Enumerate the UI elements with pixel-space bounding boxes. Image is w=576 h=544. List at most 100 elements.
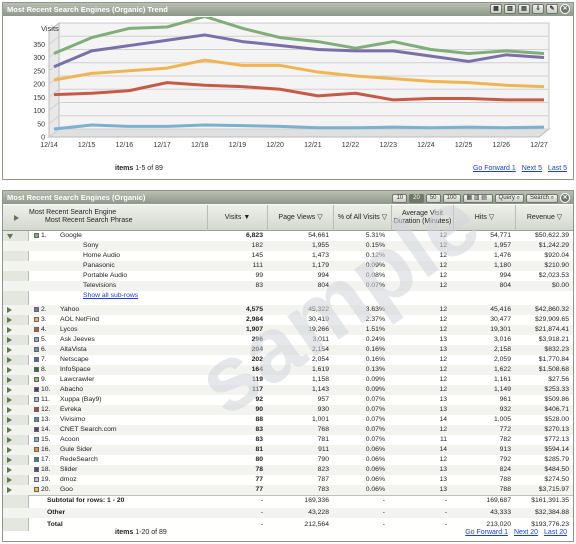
cell-rev: $42,860.32	[534, 306, 569, 313]
table-row: 17. RedeSearch 80 790 0.06% 12 792 $285.79	[3, 455, 573, 465]
table-view-icon[interactable]: ▦	[490, 4, 502, 14]
row-index: 10.	[41, 386, 51, 393]
cell-dur: 13	[439, 486, 447, 493]
cell-dur: 12	[439, 282, 447, 289]
cell-rev: $484.50	[544, 466, 569, 473]
expand-row-icon[interactable]	[7, 437, 12, 443]
cell-rev: $1,242.29	[538, 242, 569, 249]
cell-rev: $0.00	[551, 282, 569, 289]
expand-row-icon[interactable]	[7, 467, 12, 473]
expand-row-icon[interactable]	[7, 457, 12, 463]
expand-row-icon[interactable]	[7, 397, 12, 403]
expand-row-icon[interactable]	[7, 477, 12, 483]
show-all-subrows-link[interactable]: Show all sub-rows	[83, 291, 203, 301]
page-size-10-button[interactable]: 10	[392, 193, 408, 203]
trend-go-forward-link[interactable]: Go Forward 1	[473, 165, 516, 172]
cell-hits: 782	[499, 436, 511, 443]
row-index: 4.	[41, 326, 47, 333]
visits-column-header[interactable]: Visits ▼	[207, 205, 267, 231]
table-close-icon[interactable]: ✕	[560, 193, 570, 203]
cell-hits: 3,016	[493, 336, 511, 343]
revenue-column-header[interactable]: Revenue ▽	[515, 205, 573, 231]
expand-row-icon[interactable]	[7, 367, 12, 373]
table-row: 13. Vivisimo 88 1,001 0.07% 14 1,005 $528.00	[3, 415, 573, 425]
expand-row-icon[interactable]	[7, 337, 12, 343]
expand-row-icon[interactable]	[7, 377, 12, 383]
expand-row-icon[interactable]	[7, 347, 12, 353]
expand-row-icon[interactable]	[7, 357, 12, 363]
print-icon[interactable]: ▤	[518, 4, 530, 14]
table-row: 1. Google 6,823 54,661 5.31% 12 54,771 $50,622.…	[3, 231, 573, 241]
cell-hits: 54,771	[490, 232, 511, 239]
trend-panel-title: Most Recent Search Engines (Organic) Tre…	[7, 5, 168, 14]
total-dur: -	[444, 497, 447, 504]
cell-pct: 2.37%	[365, 316, 385, 323]
export-icon[interactable]: ⇩	[532, 4, 544, 14]
cell-pv: 1,473	[311, 252, 329, 259]
close-icon[interactable]: ✕	[560, 4, 570, 14]
expand-row-icon[interactable]	[7, 327, 12, 333]
table-row: 2. Yahoo 4,575 45,322 3.63% 12 45,416 $42,860.3…	[3, 305, 573, 315]
cell-visits: 6,823	[245, 232, 263, 239]
table-column-headers: Most Recent Search Engine Most Recent Se…	[3, 205, 573, 231]
row-index: 3.	[41, 316, 47, 323]
engine-column-header[interactable]: Most Recent Search Engine Most Recent Se…	[29, 205, 207, 231]
table-row: 20. Goo 77 783 0.06% 13 788 $3,715.97	[3, 485, 573, 495]
expand-row-icon[interactable]	[7, 447, 12, 453]
y-tick-label: 250	[33, 68, 45, 75]
expand-row-icon[interactable]	[7, 487, 12, 493]
table-go-forward-link[interactable]: Go Forward 1	[465, 529, 508, 536]
table-last-link[interactable]: Last 20	[544, 529, 567, 536]
trend-next-link[interactable]: Next 5	[522, 165, 542, 172]
page-views-column-header[interactable]: Page Views ▽	[267, 205, 333, 231]
settings-icon[interactable]: ✎	[546, 4, 558, 14]
cell-visits: 90	[255, 406, 263, 413]
series-color-swatch	[34, 327, 39, 332]
expand-row-icon[interactable]	[7, 387, 12, 393]
cell-dur: 12	[439, 376, 447, 383]
engine-name: Goo	[60, 486, 73, 493]
page-size-50-button[interactable]: 50	[425, 193, 441, 203]
cell-rev: $528.00	[544, 416, 569, 423]
cell-visits: 2,984	[245, 316, 263, 323]
trend-last-link[interactable]: Last 5	[548, 165, 567, 172]
total-visits: -	[260, 497, 263, 504]
cell-pct: 0.07%	[365, 436, 385, 443]
cell-hits: 2,158	[493, 346, 511, 353]
cell-visits: 83	[255, 426, 263, 433]
collapse-row-icon[interactable]	[7, 234, 13, 239]
x-tick-label: 12/20	[266, 142, 284, 149]
total-rev: $161,391.35	[531, 497, 569, 504]
expand-row-icon[interactable]	[7, 317, 12, 323]
expand-row-icon[interactable]	[7, 407, 12, 413]
y-tick-label: 300	[33, 55, 45, 62]
cell-visits: 77	[255, 486, 263, 493]
query-button[interactable]: Query ⌕	[494, 193, 524, 203]
engine-name: AltaVista	[60, 346, 87, 353]
cell-hits: 1,161	[493, 376, 511, 383]
search-phrase: Sony	[83, 242, 99, 249]
table-next-link[interactable]: Next 20	[514, 529, 538, 536]
pct-visits-column-header[interactable]: % of All Visits ▽	[333, 205, 391, 231]
cell-pv: 1,158	[311, 376, 329, 383]
cell-pv: 1,619	[311, 366, 329, 373]
cell-rev: $3,918.21	[538, 336, 569, 343]
chart-view-icon[interactable]: ▥	[504, 4, 516, 14]
expand-row-icon[interactable]	[7, 307, 12, 313]
search-button[interactable]: Search ⌕	[525, 193, 558, 203]
expand-row-icon[interactable]	[7, 417, 12, 423]
totals-row: Other - 43,228 - - 43,333 $32,384.88	[3, 508, 573, 518]
expand-row-icon[interactable]	[7, 427, 12, 433]
duration-column-header[interactable]: Average Visit Duration (Minutes)	[391, 205, 453, 231]
x-tick-label: 12/17	[153, 142, 171, 149]
cell-pv: 3,011	[312, 336, 329, 343]
page-size-100-button[interactable]: 100	[442, 193, 461, 203]
cell-pct: 0.06%	[365, 466, 385, 473]
hits-column-header[interactable]: Hits ▽	[453, 205, 515, 231]
cell-rev: $210.90	[544, 262, 569, 269]
trend-items-count: items 1-5 of 89	[115, 165, 163, 172]
page-size-20-button[interactable]: 20	[409, 193, 424, 203]
tool-icons-button[interactable]: ▦ ▥ ▤	[462, 193, 493, 203]
cell-pv: 2,054	[311, 356, 329, 363]
cell-visits: 204	[251, 346, 263, 353]
